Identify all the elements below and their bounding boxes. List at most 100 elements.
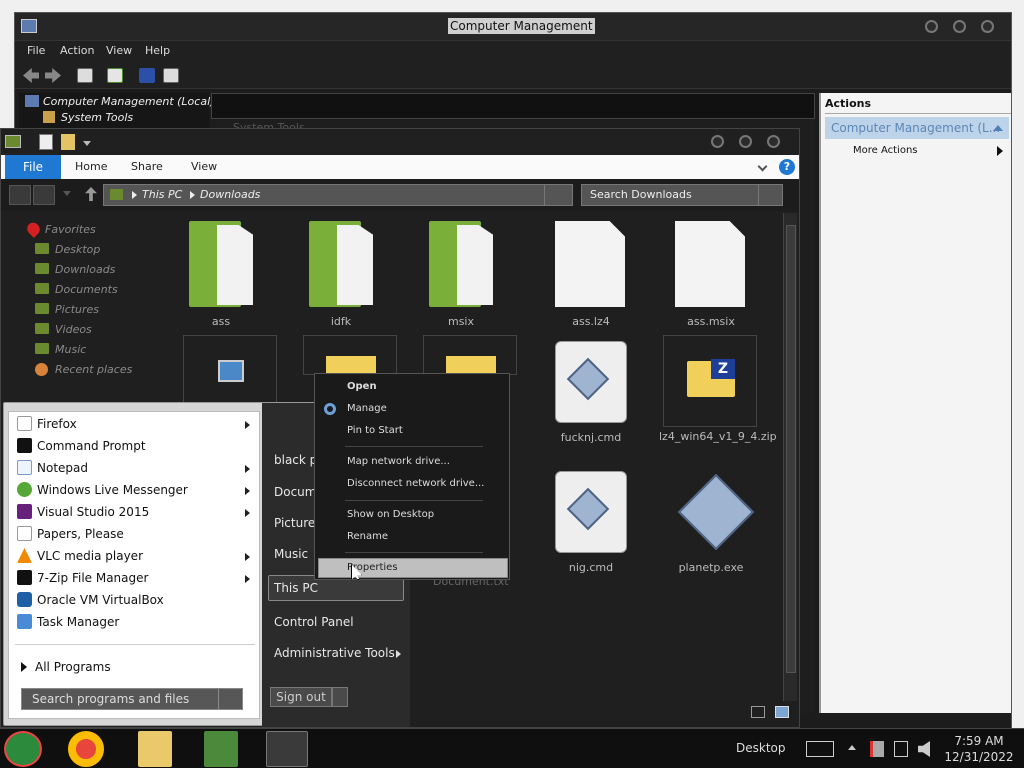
program-7zip[interactable]: 7-Zip File Manager: [37, 571, 148, 585]
ctx-show-on-desktop[interactable]: Show on Desktop: [347, 509, 434, 520]
submenu-arrow-icon[interactable]: [396, 650, 401, 658]
nav-forward-button[interactable]: [33, 185, 55, 205]
program-visual-studio[interactable]: Visual Studio 2015: [37, 505, 149, 519]
nav-recent-places[interactable]: Recent places: [55, 363, 132, 376]
ribbon-help-button[interactable]: ?: [779, 159, 795, 175]
cm-menu-action[interactable]: Action: [60, 44, 94, 57]
ctx-disconnect-network-drive[interactable]: Disconnect network drive...: [347, 478, 484, 489]
nav-music[interactable]: Music: [55, 343, 86, 356]
action-pane-icon[interactable]: [163, 68, 179, 83]
zip-file-icon[interactable]: [303, 335, 397, 376]
place-this-pc[interactable]: This PC: [274, 581, 318, 595]
forward-arrow-icon[interactable]: [45, 68, 61, 83]
keyboard-icon[interactable]: [806, 741, 834, 757]
program-windows-live-messenger[interactable]: Windows Live Messenger: [37, 483, 188, 497]
file-item-nig-cmd[interactable]: nig.cmd: [537, 471, 649, 581]
taskbar-explorer-icon[interactable]: [138, 731, 172, 767]
program-task-manager[interactable]: Task Manager: [37, 615, 119, 629]
expand-ribbon-chevron-icon[interactable]: [757, 161, 768, 172]
explorer-maximize-button[interactable]: [739, 135, 752, 148]
large-icons-view-icon[interactable]: [775, 706, 789, 718]
help-icon[interactable]: [139, 68, 155, 83]
all-programs-button[interactable]: All Programs: [35, 660, 111, 674]
submenu-arrow-icon[interactable]: [245, 465, 250, 473]
zip-file-icon[interactable]: [423, 335, 517, 376]
installer-file-icon[interactable]: [183, 335, 277, 407]
nav-downloads[interactable]: Downloads: [55, 263, 115, 276]
ribbon-tab-view[interactable]: View: [191, 160, 217, 173]
cm-titlebar[interactable]: Computer Management: [15, 13, 1011, 41]
submenu-arrow-icon[interactable]: [245, 575, 250, 583]
nav-desktop[interactable]: Desktop: [55, 243, 100, 256]
start-orb-button[interactable]: [4, 731, 42, 767]
explorer-close-button[interactable]: [767, 135, 780, 148]
search-downloads-input[interactable]: Search Downloads: [581, 184, 783, 206]
program-command-prompt[interactable]: Command Prompt: [37, 439, 146, 453]
properties-icon[interactable]: [39, 134, 53, 150]
file-list-scrollbar[interactable]: [783, 213, 797, 701]
program-firefox[interactable]: Firefox: [37, 417, 77, 431]
cm-menu-help[interactable]: Help: [145, 44, 170, 57]
file-item-ass-msix[interactable]: ass.msix: [657, 221, 769, 331]
cm-menu-view[interactable]: View: [106, 44, 132, 57]
ribbon-tab-share[interactable]: Share: [131, 160, 163, 173]
ribbon-tab-file[interactable]: File: [5, 155, 61, 179]
ctx-pin-to-start[interactable]: Pin to Start: [347, 425, 403, 436]
cm-maximize-button[interactable]: [953, 20, 966, 33]
submenu-arrow-icon[interactable]: [245, 509, 250, 517]
start-search-input[interactable]: Search programs and files: [21, 688, 243, 710]
recent-locations-icon[interactable]: [63, 191, 71, 196]
network-icon[interactable]: [894, 741, 908, 757]
program-virtualbox[interactable]: Oracle VM VirtualBox: [37, 593, 164, 607]
nav-back-button[interactable]: [9, 185, 31, 205]
file-item-fucknj-cmd[interactable]: fucknj.cmd: [537, 341, 649, 451]
cm-minimize-button[interactable]: [925, 20, 938, 33]
desktop-toolbar-label[interactable]: Desktop: [736, 741, 786, 755]
system-clock[interactable]: 7:59 AM 12/31/2022: [944, 733, 1014, 765]
submenu-arrow-icon[interactable]: [245, 553, 250, 561]
back-arrow-icon[interactable]: [23, 68, 39, 83]
volume-icon[interactable]: [918, 741, 930, 757]
cm-close-button[interactable]: [981, 20, 994, 33]
explorer-minimize-button[interactable]: [711, 135, 724, 148]
refresh-icon[interactable]: [544, 185, 572, 205]
ctx-rename[interactable]: Rename: [347, 531, 388, 542]
place-control-panel[interactable]: Control Panel: [274, 615, 354, 629]
address-segment-downloads[interactable]: Downloads: [200, 185, 260, 205]
details-view-icon[interactable]: [751, 706, 765, 718]
search-icon[interactable]: [218, 689, 242, 709]
file-item-ass-lz4[interactable]: ass.lz4: [537, 221, 649, 331]
address-bar[interactable]: This PC Downloads: [103, 184, 573, 206]
action-center-icon[interactable]: [870, 741, 884, 757]
tree-node-root[interactable]: Computer Management (Local): [43, 95, 214, 108]
ctx-map-network-drive[interactable]: Map network drive...: [347, 456, 450, 467]
sign-out-button[interactable]: Sign out: [270, 687, 332, 707]
program-vlc[interactable]: VLC media player: [37, 549, 143, 563]
taskbar-network-icon[interactable]: [204, 731, 238, 767]
scrollbar-thumb[interactable]: [786, 225, 796, 673]
actions-selected-item[interactable]: Computer Management (L...: [825, 117, 1009, 139]
place-music[interactable]: Music: [274, 547, 308, 561]
export-list-icon[interactable]: [107, 68, 123, 83]
ctx-open[interactable]: Open: [347, 381, 377, 392]
search-icon[interactable]: [758, 185, 782, 205]
place-administrative-tools[interactable]: Administrative Tools: [274, 646, 395, 660]
tree-node-system-tools[interactable]: System Tools: [61, 111, 133, 124]
shutdown-options-button[interactable]: [332, 687, 348, 707]
program-papers-please[interactable]: Papers, Please: [37, 527, 124, 541]
up-arrow-icon[interactable]: [85, 187, 97, 201]
submenu-arrow-icon[interactable]: [245, 487, 250, 495]
taskbar-chrome-icon[interactable]: [68, 731, 104, 767]
collapse-arrow-icon[interactable]: [993, 125, 1003, 131]
file-item-lz4-zip[interactable]: Z lz4_win64_v1_9_4.zip: [657, 335, 777, 465]
address-segment-this-pc[interactable]: This PC: [142, 185, 182, 205]
customize-qat-icon[interactable]: [83, 141, 91, 146]
submenu-arrow-icon[interactable]: [245, 421, 250, 429]
file-item-planetp-exe[interactable]: planetp.exe: [657, 471, 769, 581]
more-actions-item[interactable]: More Actions: [853, 145, 918, 156]
ribbon-tab-home[interactable]: Home: [75, 160, 107, 173]
taskbar-computer-management-icon[interactable]: [266, 731, 308, 767]
new-folder-icon[interactable]: [61, 134, 75, 150]
nav-pictures[interactable]: Pictures: [55, 303, 99, 316]
nav-favorites[interactable]: Favorites: [45, 223, 96, 236]
